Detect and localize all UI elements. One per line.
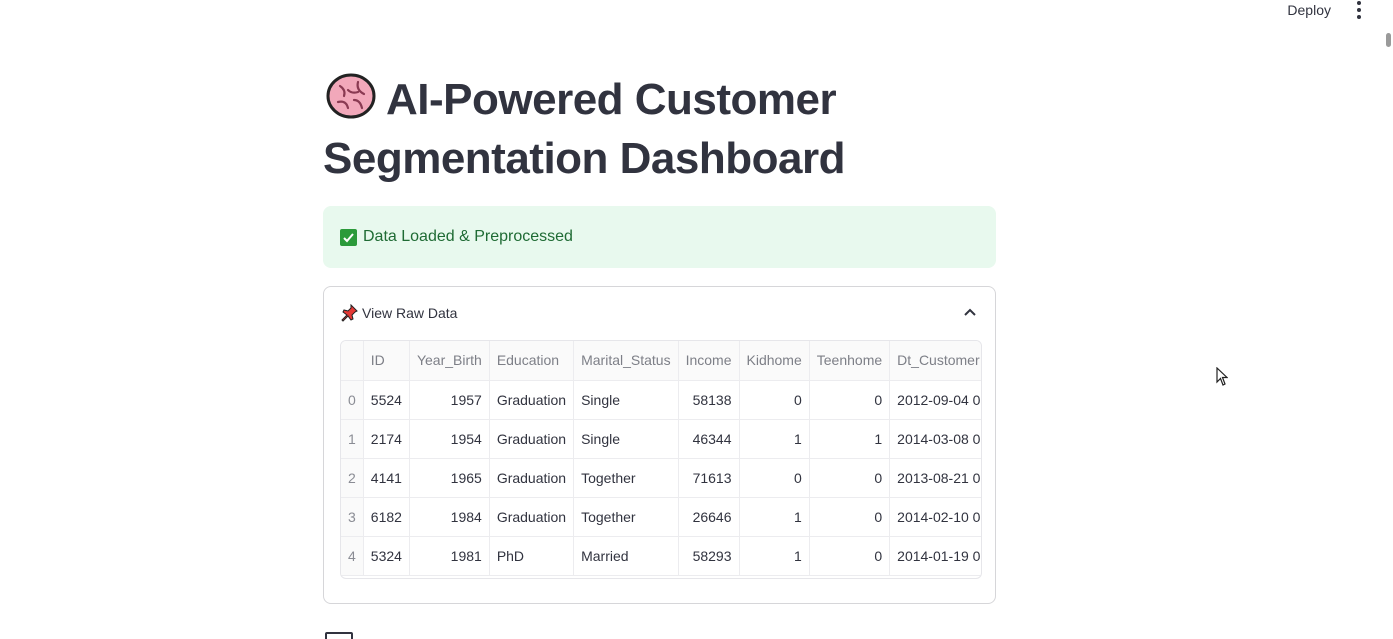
check-box-icon xyxy=(340,228,357,246)
app-page: Deploy AI-Powered Customer Segmentation … xyxy=(0,0,1393,639)
table-cell: Together xyxy=(573,458,679,498)
table-cell: 2013-08-21 00:0 xyxy=(889,458,981,498)
mouse-cursor-icon xyxy=(1216,367,1228,386)
more-vert-icon[interactable] xyxy=(1349,0,1369,20)
table-cell: 0 xyxy=(739,380,810,420)
table-cell: Graduation xyxy=(489,497,575,537)
table-cell: 2014-02-10 00:0 xyxy=(889,497,981,537)
table-row[interactable]: 453241981PhDMarried58293102014-01-19 00:… xyxy=(341,536,981,576)
column-header[interactable]: Marital_Status xyxy=(573,341,679,381)
raw-data-expander: View Raw Data ID Year_Birth Education Marit… xyxy=(323,286,996,604)
table-cell: 1984 xyxy=(409,497,490,537)
table-cell: Graduation xyxy=(489,458,575,498)
page-title-text: AI-Powered Customer Segmentation Dashboa… xyxy=(323,75,845,183)
column-header[interactable]: ID xyxy=(363,341,410,381)
table-cell: 4141 xyxy=(363,458,410,498)
checkbox[interactable] xyxy=(325,632,353,639)
column-header[interactable]: Income xyxy=(678,341,740,381)
table-cell: 1 xyxy=(739,419,810,459)
table-cell: 26646 xyxy=(678,497,740,537)
table-cell: 1965 xyxy=(409,458,490,498)
chevron-up-icon[interactable] xyxy=(963,305,977,319)
table-row[interactable]: 3 6182 1984 Graduation Together 26646 1 0 2014-0… xyxy=(341,497,981,537)
alert-text: Data Loaded & Preprocessed xyxy=(363,228,573,245)
table-cell: 2174 xyxy=(363,419,410,459)
table-cell: 6182 xyxy=(363,497,410,537)
expander-label: View Raw Data xyxy=(362,305,458,321)
scrollbar-thumb[interactable] xyxy=(1386,33,1391,47)
page-title: AI-Powered Customer Segmentation Dashboa… xyxy=(323,70,996,188)
column-header[interactable]: Education xyxy=(489,341,575,381)
table-cell: Graduation xyxy=(489,380,575,420)
table-cell: 0 xyxy=(809,497,891,537)
table-cell: 2014-01-19 00:0 xyxy=(889,536,981,576)
brain-icon xyxy=(326,73,376,119)
table-cell: 58293 xyxy=(678,536,740,576)
table-cell: Graduation xyxy=(489,419,575,459)
raw-data-table[interactable]: ID Year_Birth Education Marital_Status Incom… xyxy=(340,340,982,579)
table-row[interactable]: 0 5524 1957 Graduation Single 58138 0 0 2012-09-… xyxy=(341,380,981,420)
row-index: 2 xyxy=(341,458,364,498)
column-header[interactable]: Year_Birth xyxy=(409,341,490,381)
table-cell: 0 xyxy=(809,458,891,498)
table-cell: 1 xyxy=(739,497,810,537)
table-cell: 5324 xyxy=(363,536,410,576)
table-cell: 5524 xyxy=(363,380,410,420)
pushpin-icon xyxy=(341,304,358,322)
table-cell: 2012-09-04 00:0 xyxy=(889,380,981,420)
table-cell: 0 xyxy=(809,536,891,576)
table-cell: 0 xyxy=(739,458,810,498)
table-cell: Together xyxy=(573,497,679,537)
deploy-button[interactable]: Deploy xyxy=(1287,2,1331,18)
row-index: 0 xyxy=(341,380,364,420)
top-toolbar: Deploy xyxy=(1287,0,1369,20)
table-cell: 1957 xyxy=(409,380,490,420)
table-cell: 1 xyxy=(739,536,810,576)
scrollbar[interactable] xyxy=(1383,0,1393,639)
table-cell: 1954 xyxy=(409,419,490,459)
main-content: AI-Powered Customer Segmentation Dashboa… xyxy=(323,70,996,604)
table-cell: Single xyxy=(573,419,679,459)
index-header[interactable] xyxy=(341,341,364,381)
success-alert: Data Loaded & Preprocessed xyxy=(323,206,996,268)
expander-header[interactable]: View Raw Data xyxy=(324,287,995,339)
table-cell: Single xyxy=(573,380,679,420)
table-cell: 1 xyxy=(809,419,891,459)
row-index: 1 xyxy=(341,419,364,459)
row-index: 3 xyxy=(341,497,364,537)
table-cell: Married xyxy=(573,536,679,576)
column-header[interactable]: Dt_Customer xyxy=(889,341,981,381)
table-cell: 2014-03-08 00:0 xyxy=(889,419,981,459)
table-header-row: ID Year_Birth Education Marital_Status Incom… xyxy=(341,341,981,381)
table-cell: 71613 xyxy=(678,458,740,498)
column-header[interactable]: Teenhome xyxy=(809,341,891,381)
table-row[interactable]: 1 2174 1954 Graduation Single 46344 1 1 2014-03-… xyxy=(341,419,981,459)
table-cell: 46344 xyxy=(678,419,740,459)
table-cell: 1981 xyxy=(409,536,490,576)
table-cell: PhD xyxy=(489,536,575,576)
row-index: 4 xyxy=(341,536,364,576)
table-cell: 58138 xyxy=(678,380,740,420)
table-row[interactable]: 2 4141 1965 Graduation Together 71613 0 0 2013-0… xyxy=(341,458,981,498)
column-header[interactable]: Kidhome xyxy=(739,341,810,381)
table-cell: 0 xyxy=(809,380,891,420)
